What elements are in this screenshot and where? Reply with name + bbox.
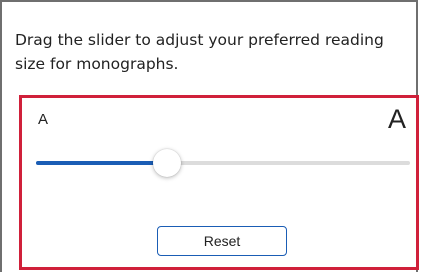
reading-size-control: A A Reset (19, 95, 419, 270)
slider-track-fill (36, 161, 167, 165)
reading-size-panel: Drag the slider to adjust your preferred… (0, 0, 419, 272)
slider-thumb[interactable] (152, 149, 181, 177)
instruction-text: Drag the slider to adjust your preferred… (15, 31, 384, 73)
reset-button[interactable]: Reset (157, 226, 287, 256)
reading-size-slider[interactable] (36, 148, 410, 178)
min-size-label: A (38, 111, 49, 128)
max-size-label: A (387, 104, 406, 134)
